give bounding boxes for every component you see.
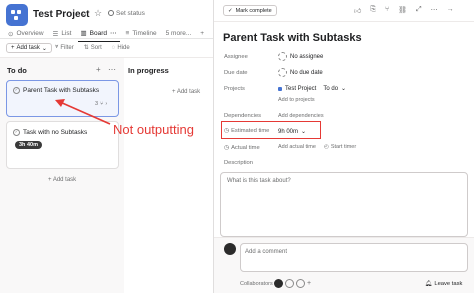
comment-input[interactable]: Add a comment — [240, 243, 468, 272]
status-icon — [108, 10, 114, 16]
expand-icon[interactable]: ⤢ — [416, 6, 422, 15]
avatar[interactable] — [296, 279, 305, 288]
hide-icon: ◌ — [111, 44, 116, 51]
divider — [214, 21, 474, 22]
project-color-icon — [278, 86, 282, 91]
filter-icon: ⩔ — [55, 44, 59, 50]
assignee-field[interactable]: No assignee — [278, 52, 323, 61]
sort-icon: ⇅ — [83, 45, 89, 51]
tab-overview[interactable]: ⊙ Overview — [5, 30, 47, 42]
card-title: Task with no Subtasks — [23, 129, 88, 136]
tab-more-icon[interactable]: ⋯ — [110, 29, 117, 37]
set-status-button[interactable]: Set status — [116, 10, 145, 17]
chevron-down-icon[interactable]: ⌄ — [81, 9, 88, 18]
add-actual-time-link[interactable]: Add actual time — [278, 144, 316, 150]
attachment-icon[interactable]: ⎘ — [370, 6, 376, 15]
description-field[interactable]: What is this task about? — [220, 172, 468, 237]
time-badge: 3h 40m — [15, 141, 42, 149]
task-title[interactable]: Parent Task with Subtasks — [223, 32, 362, 44]
board-icon: ▥ — [80, 30, 87, 37]
view-tabs: ⊙ Overview ☰ List ▥ Board ⋯ ≡ Timeline 5 more… — [5, 29, 207, 42]
calendar-icon — [278, 68, 287, 77]
divider — [0, 38, 213, 39]
thumbs-up-icon[interactable]: 👍︎ — [354, 6, 361, 15]
avatar[interactable] — [285, 279, 294, 288]
actual-time-label: ◷ Actual time — [224, 145, 260, 151]
tab-list[interactable]: ☰ List — [50, 30, 75, 42]
chevron-down-icon: ⌄ — [301, 129, 307, 135]
overview-icon: ⊙ — [8, 30, 14, 38]
list-icon: ☰ — [52, 30, 59, 38]
start-timer-button[interactable]: ◴ Start timer — [324, 144, 356, 150]
mark-complete-button[interactable]: ✓ Mark complete — [223, 5, 277, 16]
check-icon: ✓ — [228, 7, 233, 14]
project-logo-icon — [6, 4, 28, 26]
tab-timeline[interactable]: ≡ Timeline — [123, 30, 160, 41]
detail-toolbar: 👍︎ ⎘ ⑂ ⛓︎ ⤢ ⋯ → — [354, 6, 454, 15]
add-collaborator-icon[interactable]: + — [307, 280, 311, 287]
task-card-parent[interactable]: ✓ Parent Task with Subtasks 3 ⑂ › — [6, 80, 119, 117]
description-label: Description — [224, 160, 253, 166]
clock-icon: ◷ — [224, 145, 230, 151]
project-chip[interactable]: Test Project To do ⌄ — [278, 85, 346, 92]
close-icon[interactable]: → — [447, 6, 454, 15]
tab-board[interactable]: ▥ Board ⋯ — [77, 29, 120, 42]
column-title-todo: To do — [7, 66, 27, 75]
subtask-icon[interactable]: ⑂ — [385, 6, 389, 15]
column-add-task-todo[interactable]: + Add task — [48, 177, 76, 183]
projects-label: Projects — [224, 86, 245, 92]
board-view: Test Project ⌄ ☆ Set status ⊙ Overview ☰ L… — [0, 0, 213, 293]
bell-icon: 🔔︎ — [425, 281, 433, 287]
empty-avatar-icon — [278, 52, 287, 61]
timeline-icon: ≡ — [125, 30, 130, 37]
collaborator-list: + — [274, 279, 311, 288]
more-icon[interactable]: ⋯ — [431, 6, 438, 15]
due-date-label: Due date — [224, 70, 248, 76]
timer-icon: ◴ — [324, 144, 329, 150]
add-dependencies-link[interactable]: Add dependencies — [278, 113, 324, 119]
hide-button[interactable]: ◌ Hide — [112, 44, 130, 51]
add-to-projects-link[interactable]: Add to projects — [278, 97, 315, 103]
link-icon[interactable]: ⛓︎ — [398, 6, 407, 15]
subtask-icon: ⑂ — [100, 101, 104, 107]
assignee-label: Assignee — [224, 54, 248, 60]
estimated-time-label: ◷ Estimated time — [224, 128, 270, 134]
dependencies-label: Dependencies — [224, 113, 262, 119]
tab-more[interactable]: 5 more... — [163, 30, 195, 41]
check-circle-icon[interactable]: ✓ — [13, 87, 20, 94]
add-column-task-icon[interactable]: + — [96, 65, 101, 74]
sort-button[interactable]: ⇅ Sort — [83, 44, 102, 52]
due-date-field[interactable]: No due date — [278, 68, 323, 77]
task-detail-panel: ✓ Mark complete 👍︎ ⎘ ⑂ ⛓︎ ⤢ ⋯ → Parent Ta… — [213, 0, 474, 293]
board-filters: ⩔ Filter ⇅ Sort ◌ Hide — [55, 44, 130, 51]
add-tab-button[interactable]: + — [197, 30, 207, 41]
filter-button[interactable]: ⩔ Filter — [55, 44, 74, 51]
card-title: Parent Task with Subtasks — [23, 87, 100, 94]
star-icon[interactable]: ☆ — [94, 8, 102, 19]
collaborators-label: Collaborators — [240, 281, 273, 287]
annotation-text: Not outputting — [113, 122, 194, 137]
chevron-down-icon: ⌄ — [341, 86, 347, 92]
task-card-no-subtasks[interactable]: ✓ Task with no Subtasks 3h 40m — [6, 121, 119, 169]
add-task-button[interactable]: + Add task ⌄ — [6, 43, 52, 53]
chevron-right-icon: › — [105, 101, 108, 107]
plus-icon: + — [11, 45, 15, 51]
clock-icon: ◷ — [224, 128, 230, 134]
section-select[interactable]: To do — [323, 86, 338, 92]
comment-section: Add a comment Collaborators + 🔔︎ Leave ta… — [214, 237, 474, 293]
estimated-time-field[interactable]: 9h 00m ⌄ — [278, 128, 307, 136]
check-circle-icon[interactable]: ✓ — [13, 129, 20, 136]
more-icon[interactable]: ⋯ — [108, 65, 116, 74]
leave-task-button[interactable]: 🔔︎ Leave task — [425, 281, 462, 287]
avatar — [224, 243, 236, 255]
column-title-in-progress: In progress — [128, 66, 169, 75]
chevron-down-icon: ⌄ — [41, 45, 47, 52]
subtask-count[interactable]: 3 ⑂ › — [95, 101, 107, 107]
column-add-task-in-progress[interactable]: + Add task — [172, 89, 200, 95]
avatar[interactable] — [274, 279, 283, 288]
